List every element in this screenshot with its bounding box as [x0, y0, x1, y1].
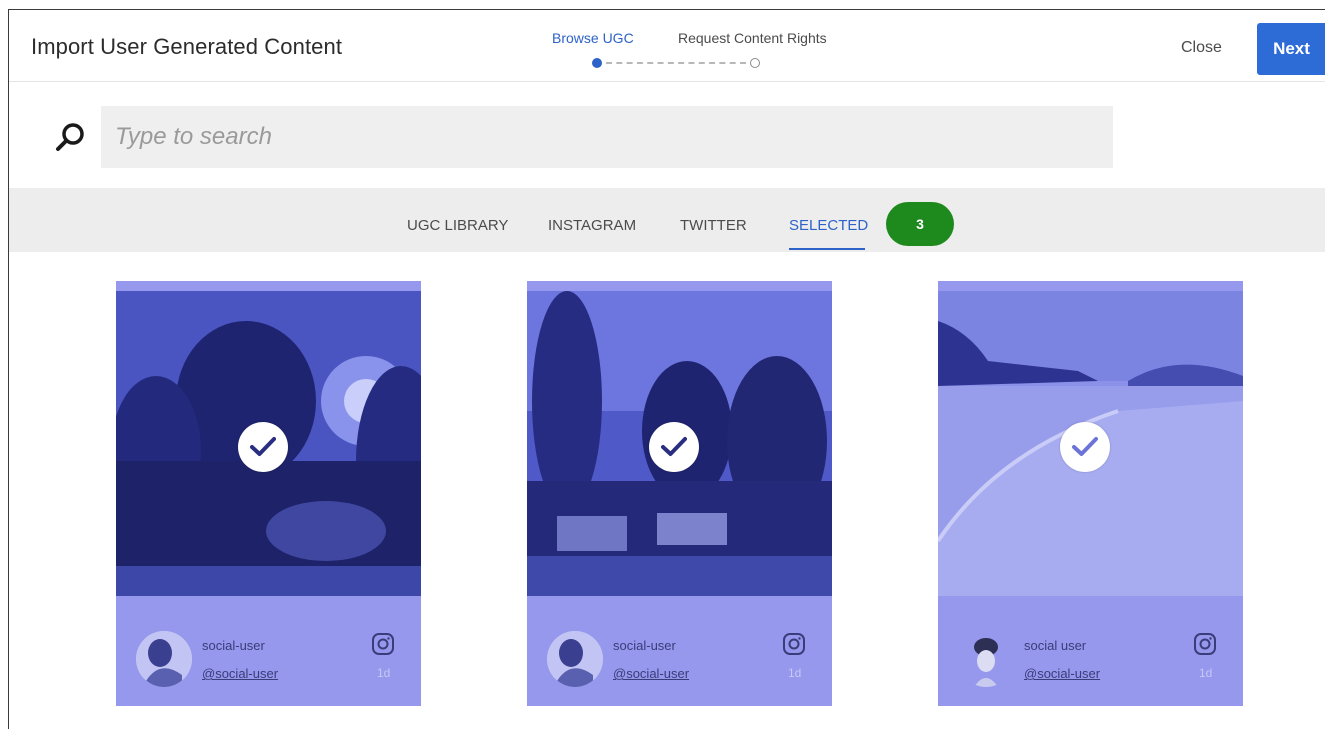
wizard-progress-track: [592, 57, 762, 69]
selected-check-icon[interactable]: [1060, 422, 1110, 472]
avatar: [547, 631, 603, 687]
tab-selected[interactable]: SELECTED: [789, 217, 868, 234]
search-input[interactable]: [101, 106, 1113, 168]
card-age: 1d: [377, 666, 391, 680]
step-browse-ugc[interactable]: Browse UGC: [552, 30, 634, 46]
source-tabs: UGC LIBRARY INSTAGRAM TWITTER SELECTED 3: [9, 188, 1325, 252]
step-connector: [606, 62, 746, 64]
card-handle-link[interactable]: @social-user: [1024, 666, 1100, 681]
checkmark-icon: [1072, 437, 1098, 456]
card-handle-link[interactable]: @social-user: [202, 666, 278, 681]
close-button[interactable]: Close: [1171, 32, 1232, 64]
card-age: 1d: [1199, 666, 1213, 680]
search-icon: [56, 123, 84, 151]
step-active-dot: [592, 58, 602, 68]
ugc-card[interactable]: social user @social-user 1d: [938, 281, 1243, 706]
active-tab-indicator: [789, 248, 865, 250]
tab-twitter[interactable]: TWITTER: [680, 217, 747, 234]
tab-instagram[interactable]: INSTAGRAM: [548, 217, 636, 234]
card-username: social user: [1024, 638, 1087, 653]
tab-ugc-library[interactable]: UGC LIBRARY: [407, 217, 508, 234]
avatar-image: [136, 631, 192, 687]
avatar-image: [547, 631, 603, 687]
card-footer: social-user @social-user 1d: [527, 611, 832, 706]
wizard-steps: Browse UGC Request Content Rights: [549, 30, 869, 70]
checkmark-icon: [661, 437, 687, 456]
avatar: [136, 631, 192, 687]
ugc-image-forest[interactable]: [116, 291, 421, 596]
instagram-icon: [1194, 633, 1216, 655]
page-title: Import User Generated Content: [31, 34, 343, 59]
instagram-icon: [783, 633, 805, 655]
card-footer: social user @social-user 1d: [938, 611, 1243, 706]
avatar: [958, 631, 1014, 687]
checkmark-icon: [250, 437, 276, 456]
selected-check-icon[interactable]: [649, 422, 699, 472]
card-age: 1d: [788, 666, 802, 680]
ugc-image-campsite[interactable]: [527, 291, 832, 596]
card-handle-link[interactable]: @social-user: [613, 666, 689, 681]
dialog-header: Import User Generated Content Browse UGC…: [9, 10, 1325, 82]
step-inactive-dot: [750, 58, 760, 68]
step-request-content-rights[interactable]: Request Content Rights: [678, 30, 827, 46]
ugc-card[interactable]: social-user @social-user 1d: [116, 281, 421, 706]
ugc-card[interactable]: social-user @social-user 1d: [527, 281, 832, 706]
ugc-image-beach[interactable]: [938, 291, 1243, 596]
selected-check-icon[interactable]: [238, 422, 288, 472]
card-username: social-user: [613, 638, 676, 653]
avatar-image: [974, 638, 998, 687]
card-username: social-user: [202, 638, 265, 653]
next-button[interactable]: Next: [1257, 23, 1325, 75]
selected-count-badge: 3: [886, 202, 954, 246]
instagram-icon: [372, 633, 394, 655]
import-ugc-dialog: Import User Generated Content Browse UGC…: [8, 9, 1325, 729]
card-footer: social-user @social-user 1d: [116, 611, 421, 706]
